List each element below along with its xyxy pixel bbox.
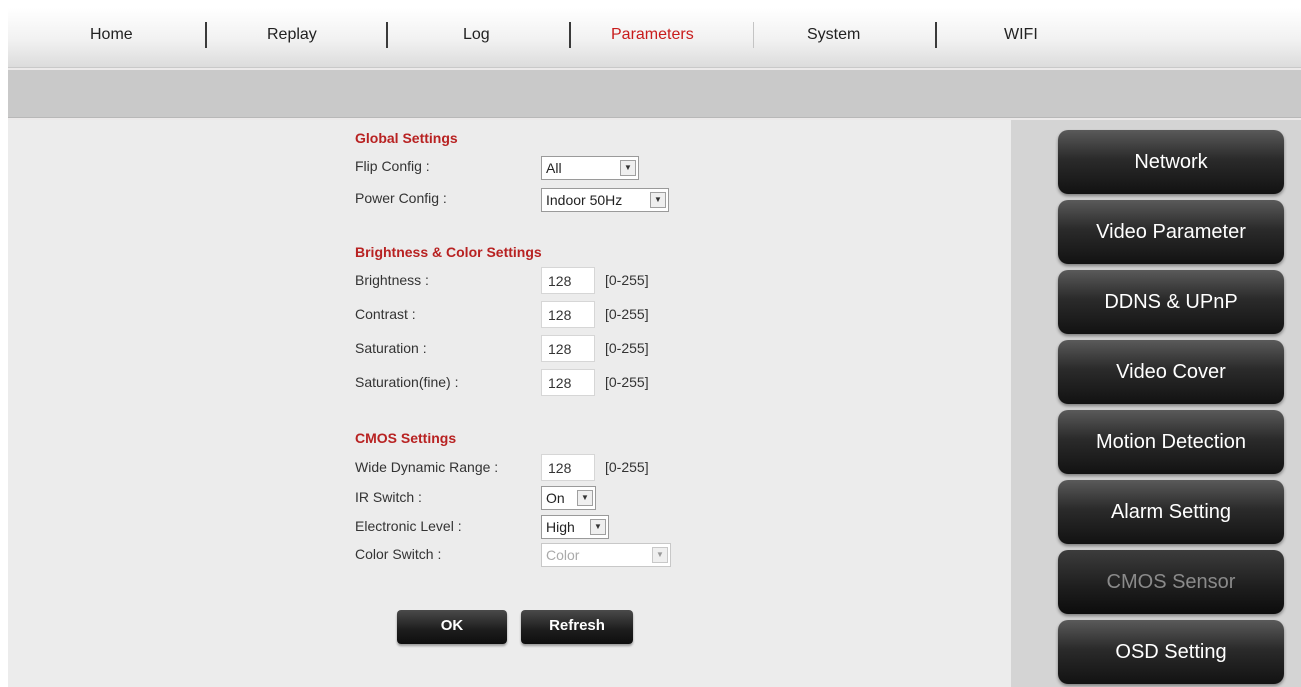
ir-switch-label: IR Switch : xyxy=(355,489,422,505)
sidebar-item-motion-detection[interactable]: Motion Detection xyxy=(1058,410,1284,474)
brightness-settings-title: Brightness & Color Settings xyxy=(355,244,542,260)
wdr-label: Wide Dynamic Range : xyxy=(355,459,499,475)
wdr-range: [0-255] xyxy=(605,459,649,475)
ok-button[interactable]: OK xyxy=(397,610,507,644)
nav-separator xyxy=(205,22,207,48)
sidebar-item-osd-setting[interactable]: OSD Setting xyxy=(1058,620,1284,684)
nav-wifi[interactable]: WIFI xyxy=(1004,26,1038,44)
top-nav: Home Replay Log Parameters System WIFI xyxy=(8,8,1301,68)
sidebar-item-alarm-setting[interactable]: Alarm Setting xyxy=(1058,480,1284,544)
nav-home[interactable]: Home xyxy=(90,26,133,44)
nav-log[interactable]: Log xyxy=(463,26,490,44)
contrast-range: [0-255] xyxy=(605,306,649,322)
sidebar-item-ddns-upnp[interactable]: DDNS & UPnP xyxy=(1058,270,1284,334)
sidebar-item-video-cover[interactable]: Video Cover xyxy=(1058,340,1284,404)
color-switch-select: Color ▼ xyxy=(541,543,671,567)
saturation-range: [0-255] xyxy=(605,340,649,356)
wdr-input[interactable] xyxy=(541,454,595,481)
color-switch-label: Color Switch : xyxy=(355,546,442,562)
contrast-label: Contrast : xyxy=(355,306,416,322)
color-switch-value: Color xyxy=(546,547,580,563)
sub-header-bar xyxy=(8,70,1301,118)
nav-system[interactable]: System xyxy=(807,26,860,44)
cmos-settings-title: CMOS Settings xyxy=(355,430,457,446)
brightness-range: [0-255] xyxy=(605,272,649,288)
chevron-down-icon: ▼ xyxy=(620,160,636,176)
chevron-down-icon: ▼ xyxy=(652,547,668,563)
nav-separator xyxy=(935,22,937,48)
saturation-fine-label: Saturation(fine) : xyxy=(355,374,459,390)
power-config-label: Power Config : xyxy=(355,190,447,206)
sidebar-item-cmos-sensor[interactable]: CMOS Sensor xyxy=(1058,550,1284,614)
electronic-level-value: High xyxy=(546,519,575,535)
ir-switch-select[interactable]: On ▼ xyxy=(541,486,596,510)
nav-separator xyxy=(386,22,388,48)
app-window: Home Replay Log Parameters System WIFI G… xyxy=(8,8,1301,687)
flip-config-select[interactable]: All ▼ xyxy=(541,156,639,180)
sidebar-item-video-parameter[interactable]: Video Parameter xyxy=(1058,200,1284,264)
nav-replay[interactable]: Replay xyxy=(267,26,317,44)
refresh-button[interactable]: Refresh xyxy=(521,610,633,644)
saturation-fine-input[interactable] xyxy=(541,369,595,396)
chevron-down-icon: ▼ xyxy=(650,192,666,208)
flip-config-value: All xyxy=(546,160,562,176)
ir-switch-value: On xyxy=(546,490,565,506)
chevron-down-icon: ▼ xyxy=(577,490,593,506)
sidebar-item-network[interactable]: Network xyxy=(1058,130,1284,194)
saturation-input[interactable] xyxy=(541,335,595,362)
nav-parameters[interactable]: Parameters xyxy=(611,26,694,44)
power-config-select[interactable]: Indoor 50Hz ▼ xyxy=(541,188,669,212)
electronic-level-select[interactable]: High ▼ xyxy=(541,515,609,539)
flip-config-label: Flip Config : xyxy=(355,158,430,174)
chevron-down-icon: ▼ xyxy=(590,519,606,535)
saturation-label: Saturation : xyxy=(355,340,427,356)
power-config-value: Indoor 50Hz xyxy=(546,192,623,208)
electronic-level-label: Electronic Level : xyxy=(355,518,462,534)
nav-separator xyxy=(569,22,571,48)
global-settings-title: Global Settings xyxy=(355,130,458,146)
nav-separator xyxy=(753,22,754,48)
contrast-input[interactable] xyxy=(541,301,595,328)
saturation-fine-range: [0-255] xyxy=(605,374,649,390)
brightness-input[interactable] xyxy=(541,267,595,294)
parameters-form: Global Settings Flip Config : All ▼ Powe… xyxy=(8,120,1011,687)
brightness-label: Brightness : xyxy=(355,272,429,288)
settings-sidebar: Network Video Parameter DDNS & UPnP Vide… xyxy=(1011,120,1301,687)
